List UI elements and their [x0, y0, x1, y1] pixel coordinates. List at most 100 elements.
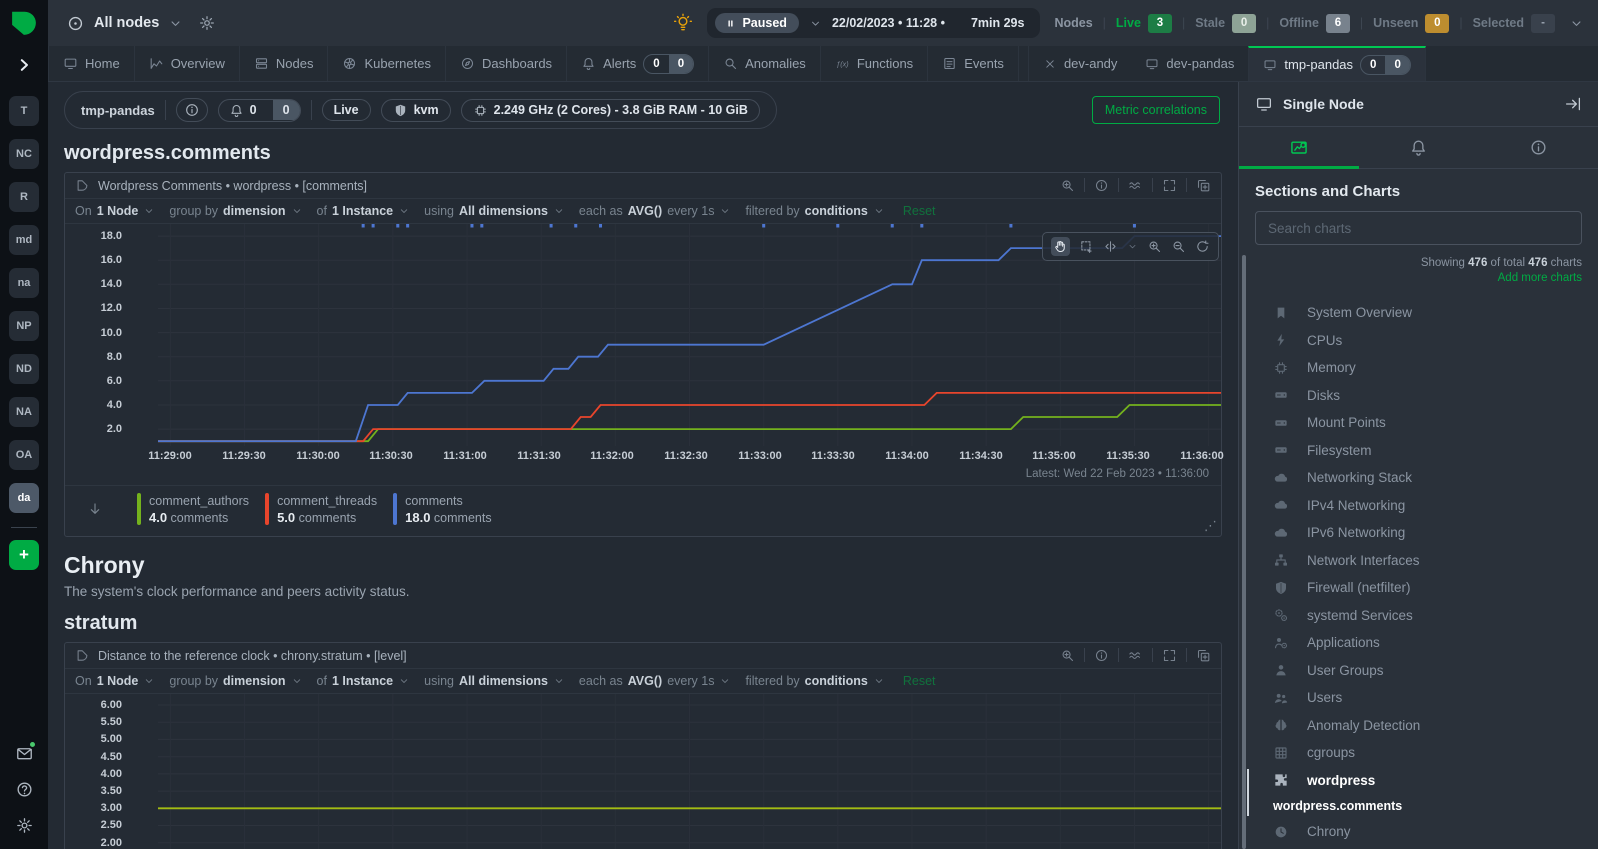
workspace-badge-nc[interactable]: NC: [9, 139, 39, 170]
sidebar-tab-info[interactable]: [1478, 127, 1598, 168]
node-info-button[interactable]: [175, 98, 208, 122]
playback-date[interactable]: 22/02/2023 • 11:28 •: [832, 16, 945, 30]
section-item-cgroups[interactable]: cgroups: [1255, 739, 1582, 767]
search-charts-input[interactable]: [1255, 211, 1582, 245]
section-item-filesystem[interactable]: Filesystem: [1255, 437, 1582, 465]
notifications-button[interactable]: [15, 740, 37, 763]
legend-comment-authors[interactable]: comment_authors 4.0 comments: [137, 493, 249, 525]
select-tool-button[interactable]: [1079, 239, 1094, 254]
section-item-firewall-netfilter[interactable]: Firewall (netfilter): [1255, 574, 1582, 602]
horizontal-zoom-tool-button[interactable]: [1103, 239, 1118, 254]
tab-functions[interactable]: Functions: [821, 46, 929, 81]
chevron-down-icon[interactable]: [1569, 16, 1584, 31]
toolbar-on-1-node[interactable]: On 1 Node: [75, 674, 155, 688]
workspace-badge-np[interactable]: NP: [9, 311, 39, 342]
workspace-badge-na[interactable]: na: [9, 268, 39, 299]
reset-zoom-button[interactable]: [1195, 239, 1210, 254]
toolbar-filtered-by-conditions[interactable]: filtered by conditions: [745, 674, 884, 688]
node-alerts-badge[interactable]: 0 0: [217, 98, 301, 122]
workspace-badge-t[interactable]: T: [9, 96, 39, 127]
workspace-badge-oa[interactable]: OA: [9, 440, 39, 471]
section-item-network-interfaces[interactable]: Network Interfaces: [1255, 547, 1582, 575]
help-button[interactable]: [15, 780, 34, 799]
section-item-anomaly-detection[interactable]: Anomaly Detection: [1255, 712, 1582, 740]
section-item-mount-points[interactable]: Mount Points: [1255, 409, 1582, 437]
section-item-ipv4-networking[interactable]: IPv4 Networking: [1255, 492, 1582, 520]
tab-kubernetes[interactable]: Kubernetes: [328, 46, 446, 81]
toolbar-reset-button[interactable]: Reset: [903, 204, 936, 218]
section-item-logind[interactable]: Logind: [1255, 846, 1582, 849]
chart-item-wordpress-comments[interactable]: wordpress.comments: [1255, 794, 1582, 818]
tab-nodes[interactable]: Nodes: [240, 46, 329, 81]
counter-live[interactable]: Live 3: [1116, 13, 1172, 33]
chart-zoomin-button[interactable]: [1060, 648, 1075, 663]
add-workspace-button[interactable]: +: [9, 540, 39, 571]
sidebar-scrollbar[interactable]: [1242, 255, 1246, 849]
section-item-systemd-services[interactable]: systemd Services: [1255, 602, 1582, 630]
tool-options-button[interactable]: [1127, 238, 1138, 256]
settings-button[interactable]: [15, 816, 34, 835]
chart-anomalies-button[interactable]: [1128, 648, 1143, 663]
counter-stale[interactable]: Stale 0: [1195, 13, 1257, 33]
chart-add-to-dashboard-button[interactable]: [1196, 178, 1211, 193]
toolbar-of-1-instance[interactable]: of 1 Instance: [317, 674, 411, 688]
chart-fullscreen-button[interactable]: [1162, 648, 1177, 663]
toolbar-using-all-dimensions[interactable]: using All dimensions: [424, 204, 565, 218]
toolbar-reset-button[interactable]: Reset: [903, 674, 936, 688]
chart-resize-handle[interactable]: ⋰: [1204, 519, 1217, 534]
section-item-user-groups[interactable]: User Groups: [1255, 657, 1582, 685]
section-item-system-overview[interactable]: System Overview: [1255, 299, 1582, 327]
sidebar-tab-alerts[interactable]: [1359, 127, 1479, 168]
section-item-networking-stack[interactable]: Networking Stack: [1255, 464, 1582, 492]
chart-plot[interactable]: 6.00 5.50 5.00 4.50 4.00 3.50 3.00 2.50 2.00: [65, 694, 1221, 849]
plot-area[interactable]: [158, 224, 1221, 446]
legend-comments[interactable]: comments 18.0 comments: [393, 493, 492, 525]
counter-unseen[interactable]: Unseen 0: [1373, 13, 1450, 33]
section-item-wordpress[interactable]: wordpress: [1255, 767, 1582, 795]
toolbar-of-1-instance[interactable]: of 1 Instance: [317, 204, 411, 218]
add-more-charts-link[interactable]: Add more charts: [1255, 272, 1582, 284]
scope-selector[interactable]: All nodes: [66, 14, 216, 33]
chart-anomalies-button[interactable]: [1128, 178, 1143, 193]
tab-anomalies[interactable]: Anomalies: [709, 46, 821, 81]
counter-offline[interactable]: Offline 6: [1279, 13, 1350, 33]
workspace-badge-da[interactable]: da: [9, 483, 39, 514]
zoom-in-button[interactable]: [1147, 239, 1162, 254]
tab-events[interactable]: Events: [928, 46, 1019, 81]
chart-zoomin-button[interactable]: [1060, 178, 1075, 193]
toolbar-on-1-node[interactable]: On 1 Node: [75, 204, 155, 218]
chart-fullscreen-button[interactable]: [1162, 178, 1177, 193]
counter-selected[interactable]: Selected -: [1473, 13, 1555, 33]
chart-add-to-dashboard-button[interactable]: [1196, 648, 1211, 663]
workspace-badge-r[interactable]: R: [9, 182, 39, 213]
chevron-down-icon[interactable]: [168, 16, 183, 31]
node-tab-dev-pandas[interactable]: dev-pandas: [1131, 46, 1248, 81]
tab-overview[interactable]: Overview: [135, 46, 240, 81]
chart-plot[interactable]: 18.0 16.0 14.0 12.0 10.0 8.0 6.0 4.0 2.0: [65, 224, 1221, 446]
section-item-applications[interactable]: Applications: [1255, 629, 1582, 657]
toolbar-each-as-avg[interactable]: each as AVG() every 1s: [579, 204, 732, 218]
chart-info-button[interactable]: [1094, 178, 1109, 193]
section-item-disks[interactable]: Disks: [1255, 382, 1582, 410]
section-item-cpus[interactable]: CPUs: [1255, 327, 1582, 355]
pause-button[interactable]: Paused: [715, 13, 799, 33]
news-bulb-icon[interactable]: [673, 13, 693, 33]
war-room-settings-icon[interactable]: [198, 14, 216, 32]
section-item-users[interactable]: Users: [1255, 684, 1582, 712]
toolbar-using-all-dimensions[interactable]: using All dimensions: [424, 674, 565, 688]
section-item-ipv6-networking[interactable]: IPv6 Networking: [1255, 519, 1582, 547]
toolbar-each-as-avg[interactable]: each as AVG() every 1s: [579, 674, 732, 688]
chevron-down-icon[interactable]: [809, 17, 822, 30]
node-tab-dev-andy[interactable]: dev-andy: [1029, 46, 1131, 81]
pan-tool-button[interactable]: [1051, 237, 1070, 256]
workspace-badge-md[interactable]: md: [9, 225, 39, 256]
sidebar-tab-charts[interactable]: [1239, 127, 1359, 169]
legend-comment-threads[interactable]: comment_threads 5.0 comments: [265, 493, 377, 525]
legend-sort-arrow[interactable]: [87, 500, 103, 518]
section-item-memory[interactable]: Memory: [1255, 354, 1582, 382]
section-item-chrony[interactable]: Chrony: [1255, 818, 1582, 846]
zoom-out-button[interactable]: [1171, 239, 1186, 254]
toolbar-group-by-dimension[interactable]: group by dimension: [169, 674, 302, 688]
toolbar-filtered-by-conditions[interactable]: filtered by conditions: [745, 204, 884, 218]
tab-home[interactable]: Home: [48, 46, 135, 81]
